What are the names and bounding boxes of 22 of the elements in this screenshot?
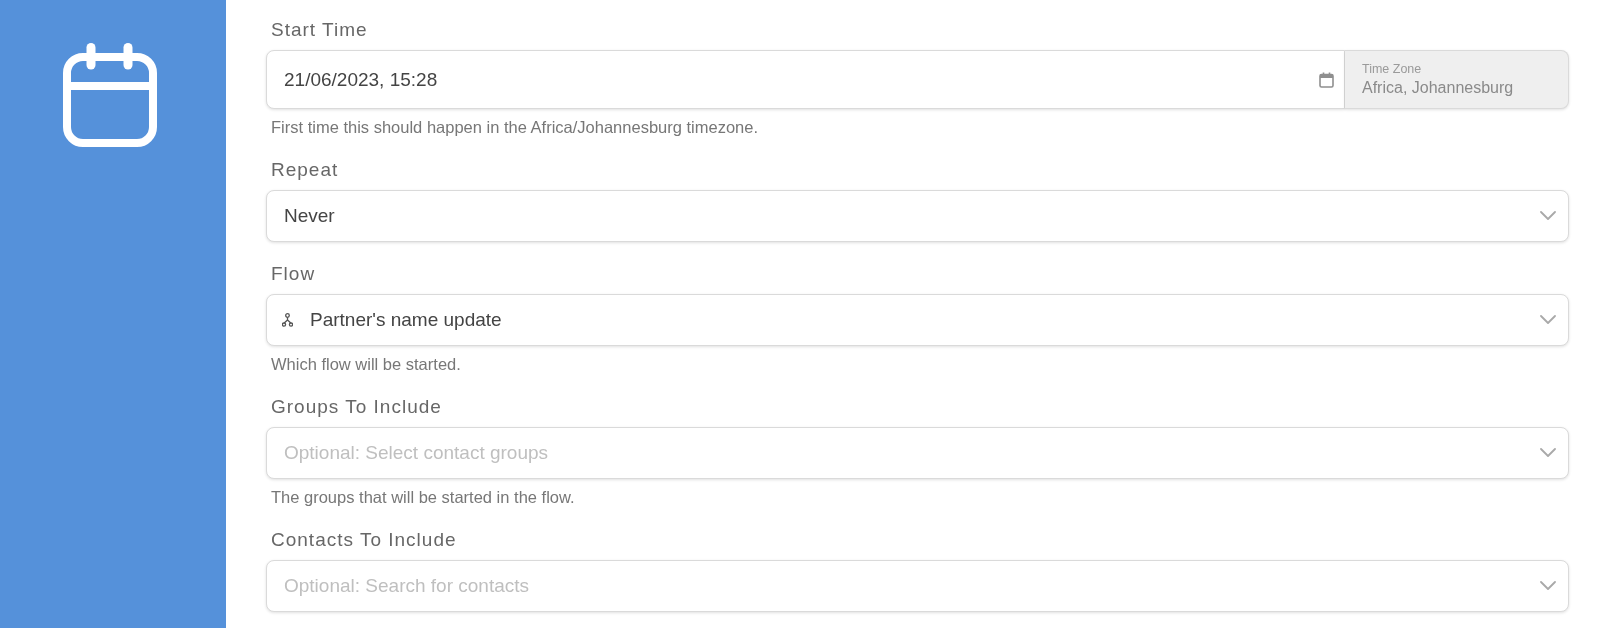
help-text: Which flow will be started. bbox=[270, 354, 462, 375]
chevron-down-icon bbox=[1540, 448, 1556, 457]
field-label: Start Time bbox=[270, 18, 369, 42]
help-text: The groups that will be started in the flow. bbox=[270, 487, 576, 508]
field-label: Flow bbox=[270, 262, 317, 286]
select-field[interactable]: Optional: Select contact groups bbox=[266, 427, 1569, 479]
date-time-field[interactable]: 21/06/2023, 15:28 bbox=[266, 50, 1345, 109]
flow-select-field[interactable]: Partner's name update bbox=[266, 294, 1569, 346]
branch-icon bbox=[282, 313, 293, 327]
help-text: First time this should happen in the Africa/Johannesburg timezone. bbox=[270, 117, 760, 138]
field-label: Repeat bbox=[270, 158, 340, 182]
field-label: Contacts To Include bbox=[270, 528, 458, 552]
time-zone-label: Time Zone bbox=[1362, 61, 1422, 77]
time-zone-value: Africa, Johannesburg bbox=[1362, 78, 1514, 98]
calendar-icon bbox=[63, 43, 157, 147]
calendar-icon bbox=[1319, 71, 1334, 88]
field-label: Groups To Include bbox=[270, 395, 443, 419]
chevron-down-icon bbox=[1540, 315, 1556, 324]
chevron-down-icon bbox=[1540, 211, 1556, 220]
chevron-down-icon bbox=[1540, 581, 1556, 590]
select-field[interactable]: Optional: Search for contacts bbox=[266, 560, 1569, 612]
select-field[interactable]: Never bbox=[266, 190, 1569, 242]
